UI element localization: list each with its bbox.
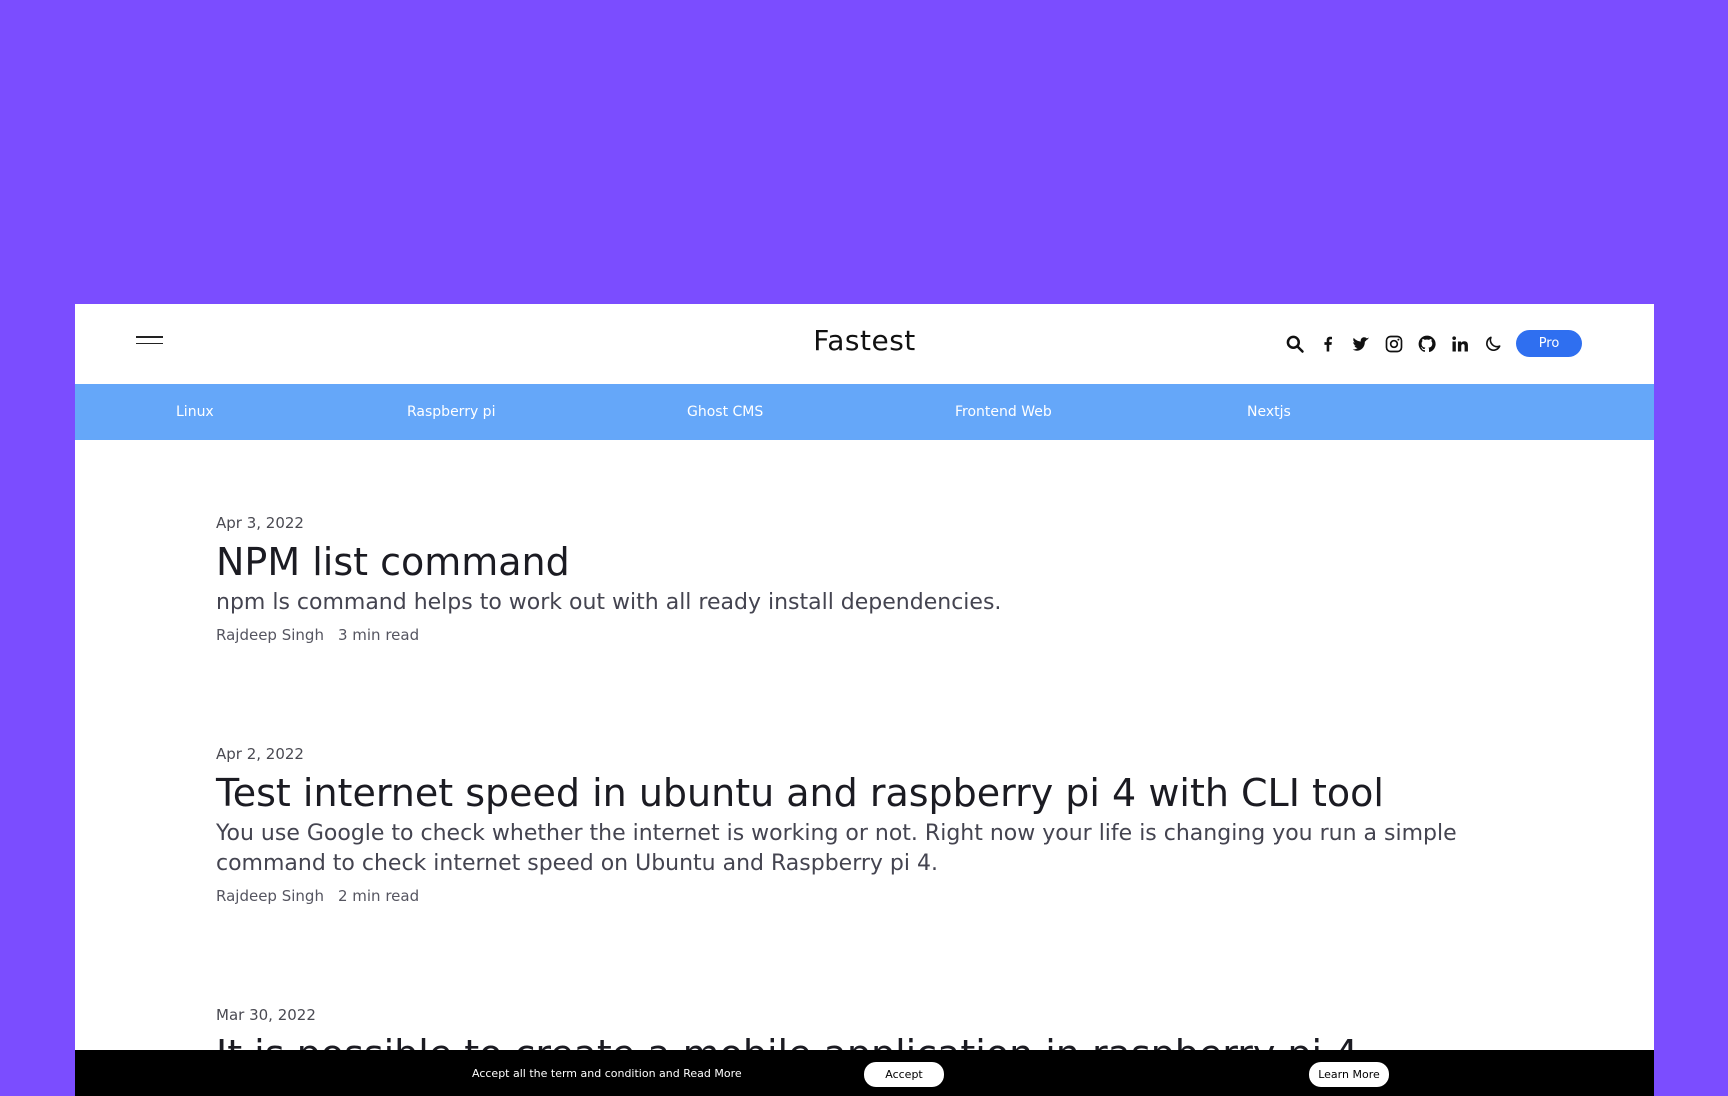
header-icons: Pro — [1273, 330, 1582, 357]
nav-item-linux[interactable]: Linux — [176, 404, 214, 420]
cookie-banner: Accept all the term and condition and Re… — [75, 1050, 1654, 1096]
github-icon[interactable] — [1416, 333, 1438, 355]
post-read-time: 2 min read — [337, 887, 420, 905]
post-date: Apr 3, 2022 — [216, 514, 304, 532]
instagram-icon[interactable] — [1383, 333, 1405, 355]
facebook-icon[interactable] — [1317, 333, 1339, 355]
search-icon[interactable] — [1284, 333, 1306, 355]
moon-icon[interactable] — [1482, 333, 1504, 355]
category-nav: Linux Raspberry pi Ghost CMS Frontend We… — [75, 384, 1654, 440]
nav-item-nextjs[interactable]: Nextjs — [1247, 404, 1291, 420]
post-title[interactable]: NPM list command — [216, 540, 1516, 584]
nav-item-frontend-web[interactable]: Frontend Web — [955, 404, 1052, 420]
post-excerpt: You use Google to check whether the inte… — [216, 821, 1457, 876]
post-title[interactable]: Test internet speed in ubuntu and raspbe… — [216, 771, 1516, 815]
cookie-message: Accept all the term and condition and Re… — [472, 1067, 742, 1080]
post-date: Apr 2, 2022 — [216, 745, 304, 763]
post-meta: Rajdeep Singh 3 min read — [216, 626, 1516, 644]
post-excerpt: npm ls command helps to work out with al… — [216, 590, 1002, 615]
twitter-icon[interactable] — [1350, 333, 1372, 355]
pro-button[interactable]: Pro — [1516, 330, 1582, 357]
post-author[interactable]: Rajdeep Singh — [216, 626, 324, 644]
brand-label[interactable]: Fastest — [803, 324, 926, 357]
learn-more-button[interactable]: Learn More — [1309, 1062, 1389, 1087]
linkedin-icon[interactable] — [1449, 333, 1471, 355]
post-author[interactable]: Rajdeep Singh — [216, 887, 324, 905]
post-read-time: 3 min read — [337, 626, 420, 644]
post-card: Apr 2, 2022 Test internet speed in ubunt… — [216, 745, 1516, 905]
nav-item-raspberry-pi[interactable]: Raspberry pi — [407, 404, 495, 420]
post-meta: Rajdeep Singh 2 min read — [216, 887, 1516, 905]
post-date: Mar 30, 2022 — [216, 1006, 316, 1024]
site-frame: Fastest Pro Linux Raspberry pi Ghost CMS… — [75, 304, 1654, 1096]
accept-button[interactable]: Accept — [864, 1062, 944, 1087]
site-header: Fastest Pro — [75, 304, 1654, 384]
nav-item-ghost-cms[interactable]: Ghost CMS — [687, 404, 763, 420]
post-card: Apr 3, 2022 NPM list command npm ls comm… — [216, 514, 1516, 644]
